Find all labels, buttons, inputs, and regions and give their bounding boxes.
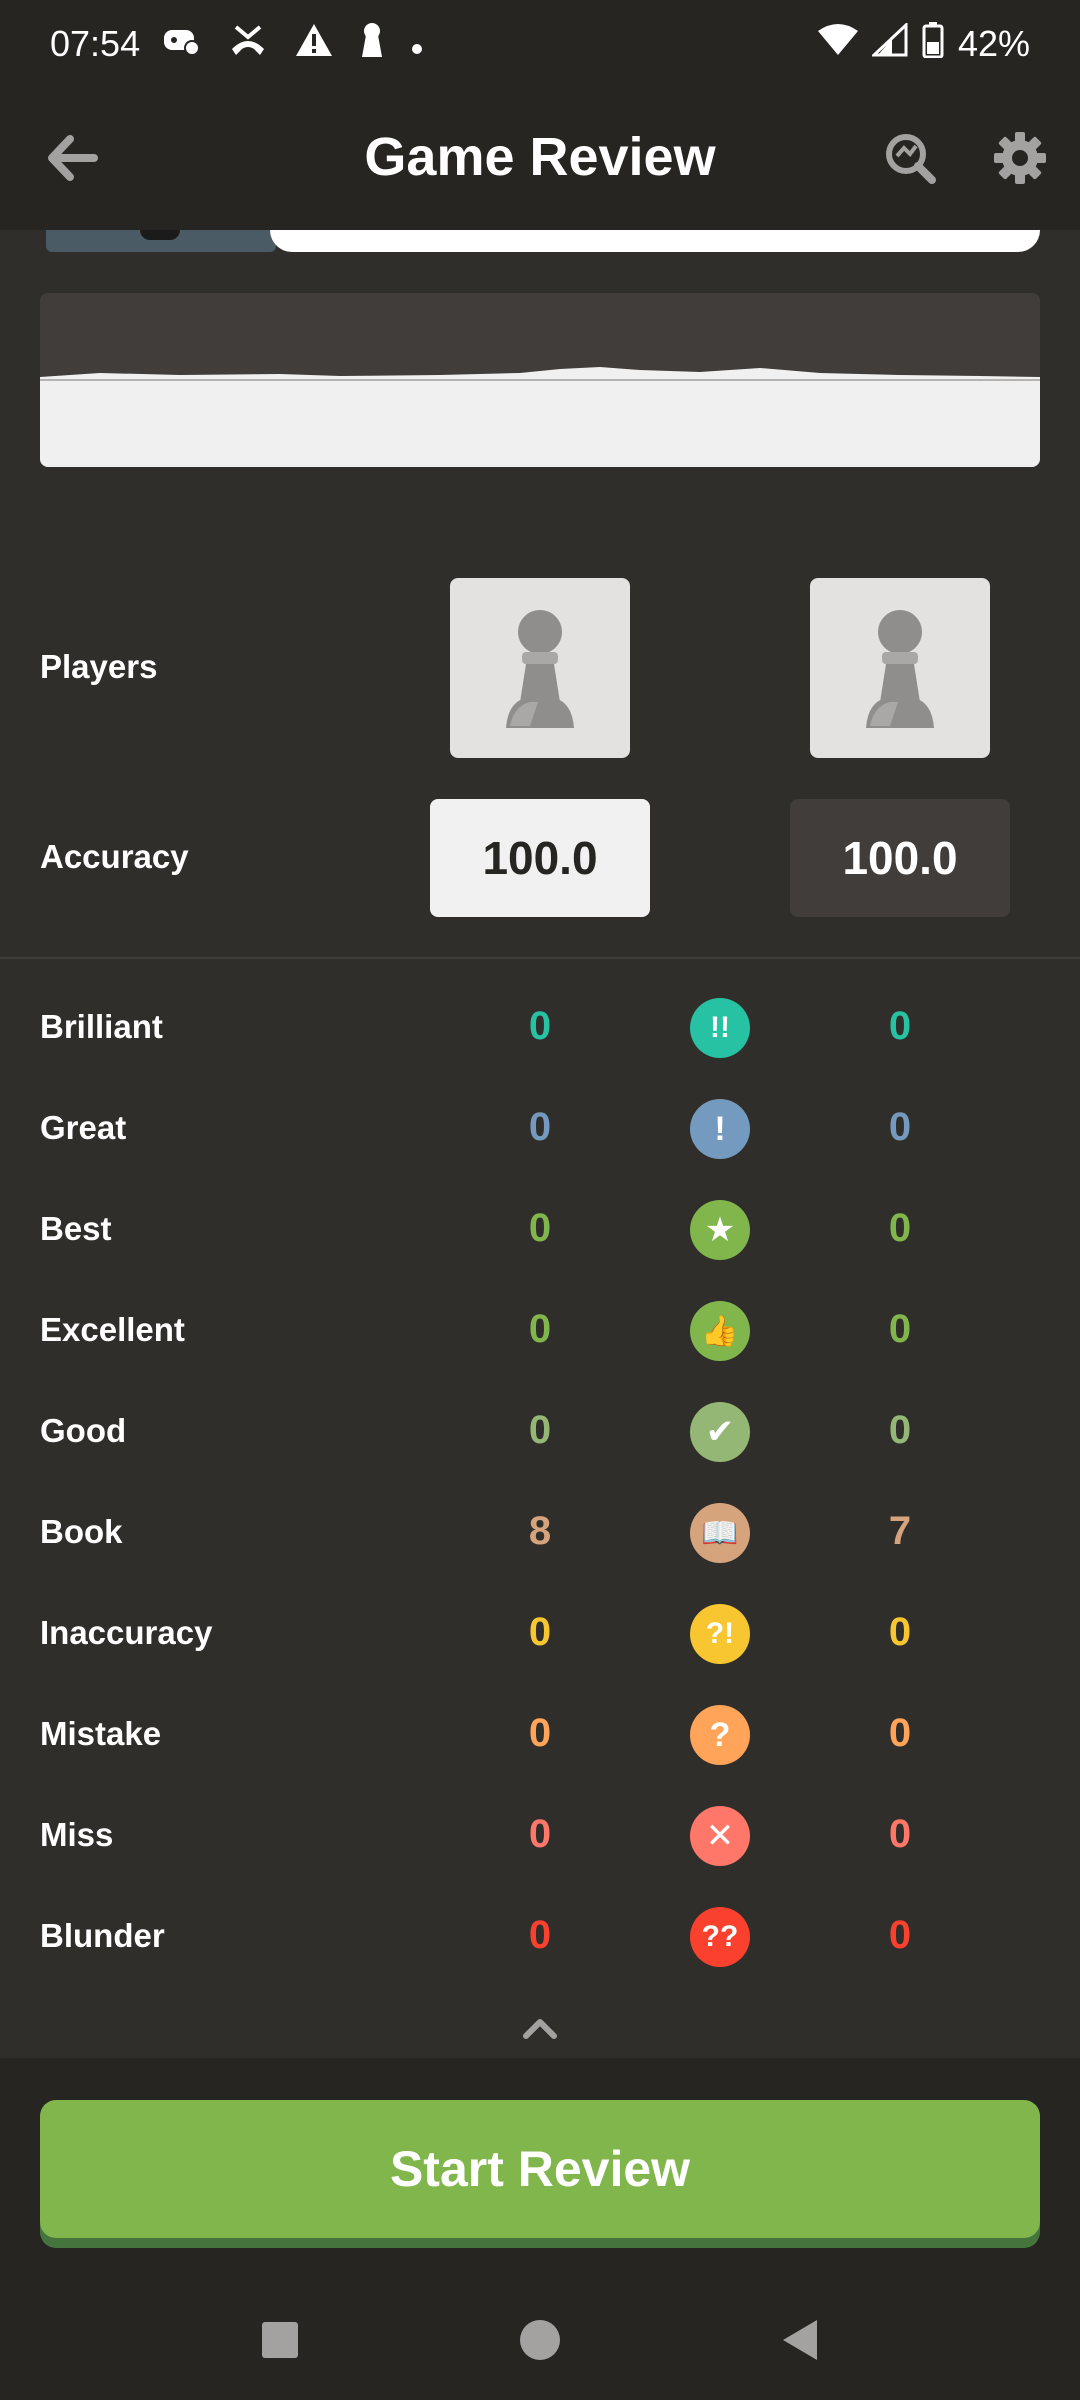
settings-button[interactable] <box>990 128 1050 188</box>
classification-label: Mistake <box>40 1715 162 1752</box>
status-bar: 07:54 42% <box>0 0 1080 88</box>
warning-icon <box>294 22 334 67</box>
classification-label: Great <box>40 1109 127 1146</box>
mistake-icon: ? <box>690 1705 750 1765</box>
game-controller-icon <box>162 23 202 65</box>
wifi-icon <box>817 23 858 66</box>
thumbs-up-icon: 👍 <box>690 1301 750 1361</box>
system-back-button[interactable] <box>770 2310 830 2370</box>
white-player-avatar[interactable] <box>450 578 630 758</box>
player-card-peek-detail <box>140 230 180 240</box>
analysis-button[interactable] <box>880 128 940 188</box>
keyhole-icon <box>360 21 384 68</box>
black-count: 0 <box>888 1812 912 1856</box>
white-count: 0 <box>528 1711 552 1755</box>
classification-label: Miss <box>40 1816 114 1853</box>
black-count: 0 <box>888 1913 912 1957</box>
battery-percent: 42% <box>957 23 1030 64</box>
divider <box>0 957 1080 959</box>
check-icon: ✔ <box>690 1402 750 1462</box>
pawn-avatar-icon <box>866 610 934 728</box>
gear-icon <box>994 132 1046 184</box>
chevron-up-icon <box>523 2019 557 2039</box>
start-review-button[interactable]: Start Review <box>40 2100 1040 2238</box>
app-bar: Game Review <box>0 88 1080 230</box>
great-icon: ! <box>690 1099 750 1159</box>
black-player-avatar[interactable] <box>810 578 990 758</box>
black-count: 0 <box>888 1206 912 1250</box>
miss-icon: ✕ <box>690 1806 750 1866</box>
system-status: 42% <box>817 21 1030 67</box>
black-count: 0 <box>888 1004 912 1048</box>
black-count: 0 <box>888 1408 912 1452</box>
home-circle-icon <box>520 2320 560 2360</box>
white-count: 8 <box>528 1509 552 1553</box>
white-count: 0 <box>528 1307 552 1351</box>
white-count: 0 <box>528 1105 552 1149</box>
black-accuracy: 100.0 <box>790 799 1010 917</box>
black-count: 7 <box>888 1509 912 1553</box>
status-time: 07:54 <box>50 23 141 64</box>
white-accuracy: 100.0 <box>430 799 650 917</box>
pawn-avatar-icon <box>506 610 574 728</box>
inaccuracy-icon: ?! <box>690 1604 750 1664</box>
missed-call-icon <box>228 23 268 66</box>
classification-label: Good <box>40 1412 127 1449</box>
white-count: 0 <box>528 1408 552 1452</box>
star-icon: ★ <box>690 1200 750 1260</box>
black-count: 0 <box>888 1610 912 1654</box>
summary-bar-peek <box>270 230 1040 252</box>
signal-icon <box>870 21 908 66</box>
battery-icon <box>922 21 944 67</box>
notification-icons <box>162 21 424 68</box>
white-count: 0 <box>528 1812 552 1856</box>
brilliant-icon: !! <box>690 998 750 1058</box>
book-icon: 📖 <box>690 1503 750 1563</box>
blunder-icon: ?? <box>690 1907 750 1967</box>
classification-label: Book <box>40 1513 123 1550</box>
collapse-button[interactable] <box>518 2012 562 2042</box>
players-label: Players <box>40 648 158 685</box>
evaluation-graph[interactable] <box>40 293 1040 467</box>
accuracy-label: Accuracy <box>40 838 189 875</box>
white-count: 0 <box>528 1913 552 1957</box>
classification-label: Best <box>40 1210 112 1247</box>
black-count: 0 <box>888 1711 912 1755</box>
back-triangle-icon <box>783 2320 817 2360</box>
dot-icon <box>410 23 424 65</box>
classification-label: Inaccuracy <box>40 1614 213 1651</box>
classification-label: Excellent <box>40 1311 185 1348</box>
classification-label: Blunder <box>40 1917 165 1954</box>
recents-square-icon <box>262 2322 298 2358</box>
classification-label: Brilliant <box>40 1008 163 1045</box>
navigation-bar <box>0 2280 1080 2400</box>
white-count: 0 <box>528 1206 552 1250</box>
magnifier-analysis-icon <box>886 134 936 184</box>
home-button[interactable] <box>510 2310 570 2370</box>
white-count: 0 <box>528 1610 552 1654</box>
black-count: 0 <box>888 1307 912 1351</box>
recents-button[interactable] <box>250 2310 310 2370</box>
black-count: 0 <box>888 1105 912 1149</box>
white-count: 0 <box>528 1004 552 1048</box>
